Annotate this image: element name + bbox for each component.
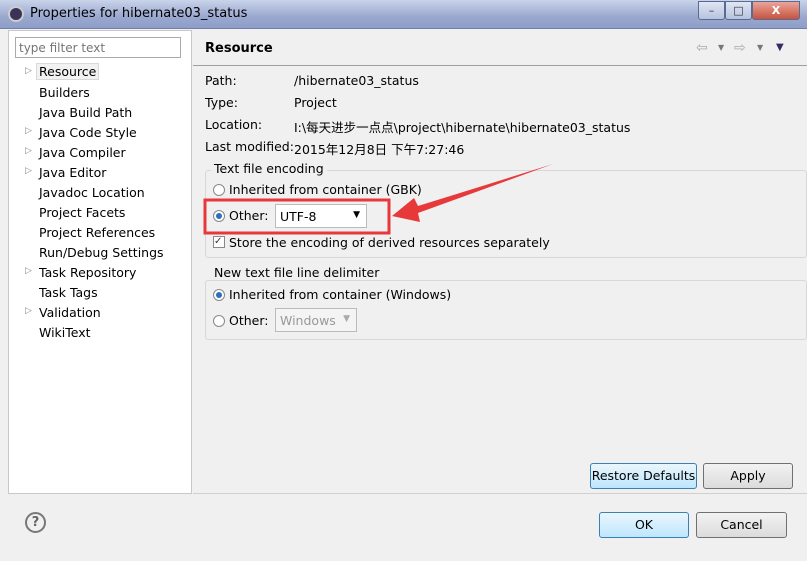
minimize-button[interactable]: – [698, 1, 725, 20]
delimiter-inherited-radio[interactable] [213, 289, 225, 301]
info-label: Path: [205, 73, 237, 88]
back-icon[interactable]: ⇦ [696, 40, 708, 56]
info-value: Project [294, 95, 337, 110]
view-menu-icon[interactable]: ▼ [776, 42, 784, 53]
close-button[interactable]: X [752, 1, 800, 20]
tree-item[interactable]: Project Facets [22, 203, 187, 223]
help-icon[interactable]: ? [25, 512, 46, 533]
tree-item-label: Java Compiler [39, 145, 126, 160]
tree-item[interactable]: WikiText [22, 323, 187, 343]
info-value: I:\每天进步一点点\project\hibernate\hibernate03… [294, 120, 631, 135]
expand-icon[interactable]: ▷ [25, 146, 32, 156]
tree-item-label: Java Build Path [39, 105, 133, 120]
tree-item-label: WikiText [39, 325, 91, 340]
tree-item[interactable]: ▷ Task Repository [22, 263, 187, 283]
info-label: Type: [205, 95, 238, 110]
ok-button[interactable]: OK [599, 512, 689, 538]
expand-icon[interactable]: ▷ [25, 306, 32, 316]
delimiter-other-radio[interactable] [213, 315, 225, 327]
encoding-inherited-label: Inherited from container (GBK) [229, 182, 422, 197]
tree-item[interactable]: Task Tags [22, 283, 187, 303]
delimiter-inherited-label: Inherited from container (Windows) [229, 287, 452, 302]
tree-item-label: Task Repository [39, 265, 137, 280]
tree-item[interactable]: Java Build Path [22, 103, 187, 123]
encoding-inherited-radio[interactable] [213, 184, 225, 196]
delimiter-other-label: Other: [229, 313, 269, 328]
page-title: Resource [205, 41, 273, 56]
restore-defaults-button[interactable]: Restore Defaults [590, 463, 697, 489]
encoding-group-label: Text file encoding [211, 161, 327, 176]
tree-item[interactable]: ▷ Java Code Style [22, 123, 187, 143]
expand-icon[interactable]: ▷ [25, 66, 32, 76]
tree-item[interactable]: ▷ Validation [22, 303, 187, 323]
divider [193, 65, 807, 66]
tree-item-label: Resource [36, 63, 100, 80]
chevron-down-icon: ▼ [343, 314, 350, 324]
encoding-other-label: Other: [229, 208, 269, 223]
tree-item[interactable]: ▷ Java Editor [22, 163, 187, 183]
delimiter-group-label: New text file line delimiter [211, 265, 383, 280]
tree-item[interactable]: Javadoc Location [22, 183, 187, 203]
tree-item[interactable]: Project References [22, 223, 187, 243]
info-label: Last modified: [205, 139, 294, 154]
tree-item-label: Java Editor [39, 165, 107, 180]
expand-icon[interactable]: ▷ [25, 126, 32, 136]
tree-item-label: Javadoc Location [39, 185, 145, 200]
info-value: /hibernate03_status [294, 73, 419, 88]
chevron-down-icon: ▼ [353, 210, 360, 220]
delimiter-select[interactable]: Windows ▼ [275, 308, 357, 332]
tree-item[interactable]: Builders [22, 83, 187, 103]
tree-item-label: Run/Debug Settings [39, 245, 164, 260]
tree-item[interactable]: Run/Debug Settings [22, 243, 187, 263]
expand-icon[interactable]: ▷ [25, 266, 32, 276]
divider [193, 493, 807, 494]
maximize-button[interactable]: □ [725, 1, 752, 20]
forward-icon[interactable]: ⇨ [734, 40, 746, 56]
encoding-value: UTF-8 [280, 209, 317, 224]
tree-item-label: Java Code Style [39, 125, 137, 140]
delimiter-value: Windows [280, 313, 336, 328]
tree-item[interactable]: ▷ Java Compiler [22, 143, 187, 163]
tree-item-label: Validation [39, 305, 101, 320]
filter-input[interactable] [15, 37, 181, 58]
store-encoding-checkbox[interactable]: ✓ [213, 236, 225, 248]
window-title: Properties for hibernate03_status [30, 6, 248, 21]
info-label: Location: [205, 117, 263, 132]
forward-menu-icon[interactable]: ▼ [757, 43, 763, 52]
encoding-other-radio[interactable] [213, 210, 225, 222]
encoding-select[interactable]: UTF-8 ▼ [275, 204, 367, 228]
info-value: 2015年12月8日 下午7:27:46 [294, 142, 465, 157]
tree-item-label: Task Tags [39, 285, 98, 300]
tree-item[interactable]: ▷ Resource [22, 63, 187, 83]
apply-button[interactable]: Apply [703, 463, 793, 489]
tree-item-label: Project Facets [39, 205, 126, 220]
expand-icon[interactable]: ▷ [25, 166, 32, 176]
tree-item-label: Project References [39, 225, 156, 240]
tree-item-label: Builders [39, 85, 90, 100]
cancel-button[interactable]: Cancel [696, 512, 787, 538]
back-menu-icon[interactable]: ▼ [718, 43, 724, 52]
app-icon [8, 6, 24, 22]
store-encoding-label: Store the encoding of derived resources … [229, 235, 550, 250]
